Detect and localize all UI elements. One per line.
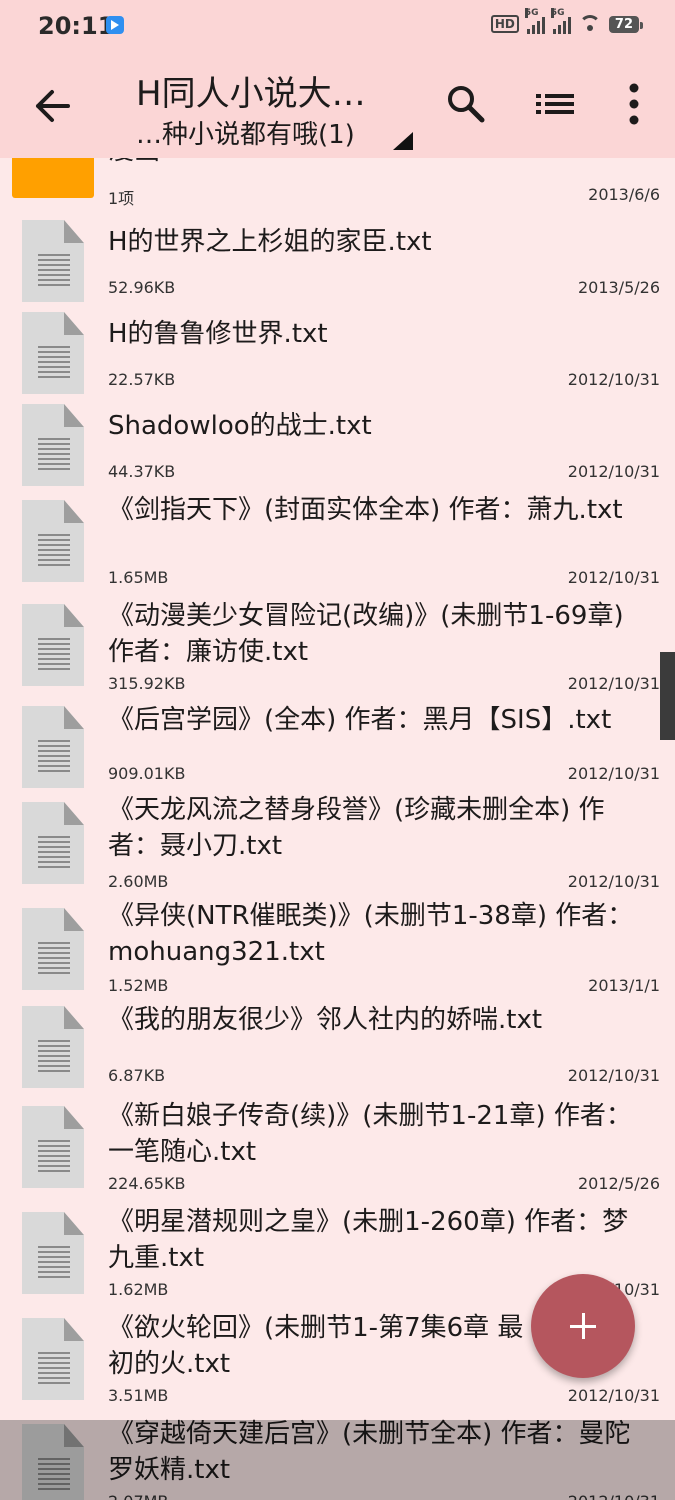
battery-icon: 72 (608, 15, 644, 33)
clock: 20:11 (38, 12, 115, 40)
file-name: 《动漫美少女冒险记(改编)》(未删节1-69章) 作者：廉访使.txt (108, 601, 624, 667)
file-name: H的世界之上杉姐的家臣.txt (108, 227, 432, 257)
folder-title: H同人小说大… (136, 74, 366, 114)
file-date: 2012/10/31 (567, 370, 660, 389)
scrollbar-thumb[interactable] (660, 652, 675, 740)
text-file-icon (22, 404, 84, 486)
file-name: 《剑指天下》(封面实体全本) 作者：萧九.txt (108, 495, 623, 525)
file-date: 2012/10/31 (567, 872, 660, 891)
folder-date: 2013/6/6 (588, 185, 660, 204)
text-file-icon (22, 1212, 84, 1294)
file-date: 2012/10/31 (567, 1066, 660, 1085)
file-row[interactable]: 《后宫学园》(全本) 作者：黑月【SIS】.txt 909.01KB 2012/… (0, 705, 660, 800)
file-date: 2012/10/31 (567, 674, 660, 693)
bottom-scrim (0, 1420, 675, 1500)
file-date: 2012/10/31 (567, 1386, 660, 1405)
file-row[interactable]: 《天龙风流之替身段誉》(珍藏未删全本) 作者：聂小刀.txt 2.60MB 20… (0, 795, 660, 906)
list-view-icon[interactable] (534, 82, 578, 126)
file-row[interactable]: 《新白娘子传奇(续)》(未删节1-21章) 作者：一笔随心.txt 224.65… (0, 1101, 660, 1212)
file-name: 《明星潜规则之皇》(未删1-260章) 作者：梦九重.txt (108, 1207, 629, 1273)
file-size: 6.87KB (108, 1066, 166, 1085)
file-size: 315.92KB (108, 674, 186, 693)
signal-icon: 5G (524, 8, 545, 34)
file-name: 《我的朋友很少》邻人社内的娇喘.txt (108, 1005, 543, 1035)
file-size: 1.62MB (108, 1280, 169, 1299)
status-icons: HD 5G 5G 72 (490, 8, 644, 34)
text-file-icon (22, 908, 84, 990)
folder-item-count: 1项 (108, 189, 135, 208)
file-date: 2013/5/26 (577, 278, 660, 297)
more-vert-icon[interactable] (612, 82, 656, 126)
signal-icon-2: 5G (550, 8, 571, 34)
text-file-icon (22, 706, 84, 788)
text-file-icon (22, 312, 84, 394)
file-size: 2.60MB (108, 872, 169, 891)
file-size: 909.01KB (108, 764, 186, 783)
file-size: 44.37KB (108, 462, 176, 481)
file-row[interactable]: H的鲁鲁修世界.txt 22.57KB 2012/10/31 (0, 312, 660, 404)
file-row[interactable]: 《我的朋友很少》邻人社内的娇喘.txt 6.87KB 2012/10/31 (0, 1005, 660, 1106)
hd-icon: HD (490, 15, 519, 33)
file-date: 2012/10/31 (567, 764, 660, 783)
folder-path-dropdown[interactable]: …种小说都有哦(1) (136, 114, 355, 151)
text-file-icon (22, 220, 84, 302)
text-file-icon (22, 1006, 84, 1088)
notification-icon (106, 16, 124, 34)
file-row[interactable]: 《剑指天下》(封面实体全本) 作者：萧九.txt 1.65MB 2012/10/… (0, 495, 660, 602)
file-name: 《欲火轮回》(未删节1-第7集6章 最初的火.txt (108, 1313, 524, 1379)
app-bar: H同人小说大… …种小说都有哦(1) (0, 52, 675, 158)
file-name: Shadowloo的战士.txt (108, 411, 372, 441)
text-file-icon (22, 1106, 84, 1188)
text-file-icon (22, 802, 84, 884)
folder-name: 漫画 (108, 158, 160, 167)
file-size: 1.52MB (108, 976, 169, 995)
file-date: 2013/1/1 (588, 976, 660, 995)
file-row[interactable]: 《异侠(NTR催眠类)》(未删节1-38章) 作者：mohuang321.txt… (0, 901, 660, 1010)
file-name: 《天龙风流之替身段誉》(珍藏未删全本) 作者：聂小刀.txt (108, 795, 605, 861)
text-file-icon (22, 1318, 84, 1400)
file-row[interactable]: H的世界之上杉姐的家臣.txt 52.96KB 2013/5/26 (0, 220, 660, 312)
file-name: 《异侠(NTR催眠类)》(未删节1-38章) 作者：mohuang321.txt (108, 901, 634, 967)
text-file-icon (22, 500, 84, 582)
network-type-label: 5G (524, 8, 539, 18)
file-date: 2012/5/26 (577, 1174, 660, 1193)
file-name: 《后宫学园》(全本) 作者：黑月【SIS】.txt (108, 705, 612, 735)
file-size: 52.96KB (108, 278, 176, 297)
back-arrow-icon[interactable] (30, 86, 74, 126)
file-size: 3.51MB (108, 1386, 169, 1405)
file-row[interactable]: 《动漫美少女冒险记(改编)》(未删节1-69章) 作者：廉访使.txt 315.… (0, 601, 660, 706)
add-button[interactable] (531, 1274, 635, 1378)
search-icon[interactable] (444, 82, 488, 126)
file-size: 1.65MB (108, 568, 169, 587)
network-type-label-2: 5G (550, 8, 565, 18)
folder-row[interactable]: 漫画 1项 2013/6/6 (0, 158, 660, 208)
wifi-icon (578, 15, 601, 33)
dropdown-triangle-icon[interactable] (393, 132, 413, 150)
folder-icon (12, 158, 94, 198)
file-name: H的鲁鲁修世界.txt (108, 319, 328, 349)
file-date: 2012/10/31 (567, 462, 660, 481)
file-size: 224.65KB (108, 1174, 186, 1193)
file-name: 《新白娘子传奇(续)》(未删节1-21章) 作者：一笔随心.txt (108, 1101, 632, 1167)
file-date: 2012/10/31 (567, 568, 660, 587)
text-file-icon (22, 604, 84, 686)
file-row[interactable]: Shadowloo的战士.txt 44.37KB 2012/10/31 (0, 404, 660, 496)
file-size: 22.57KB (108, 370, 176, 389)
status-bar: 20:11 HD 5G 5G 72 (0, 0, 675, 52)
